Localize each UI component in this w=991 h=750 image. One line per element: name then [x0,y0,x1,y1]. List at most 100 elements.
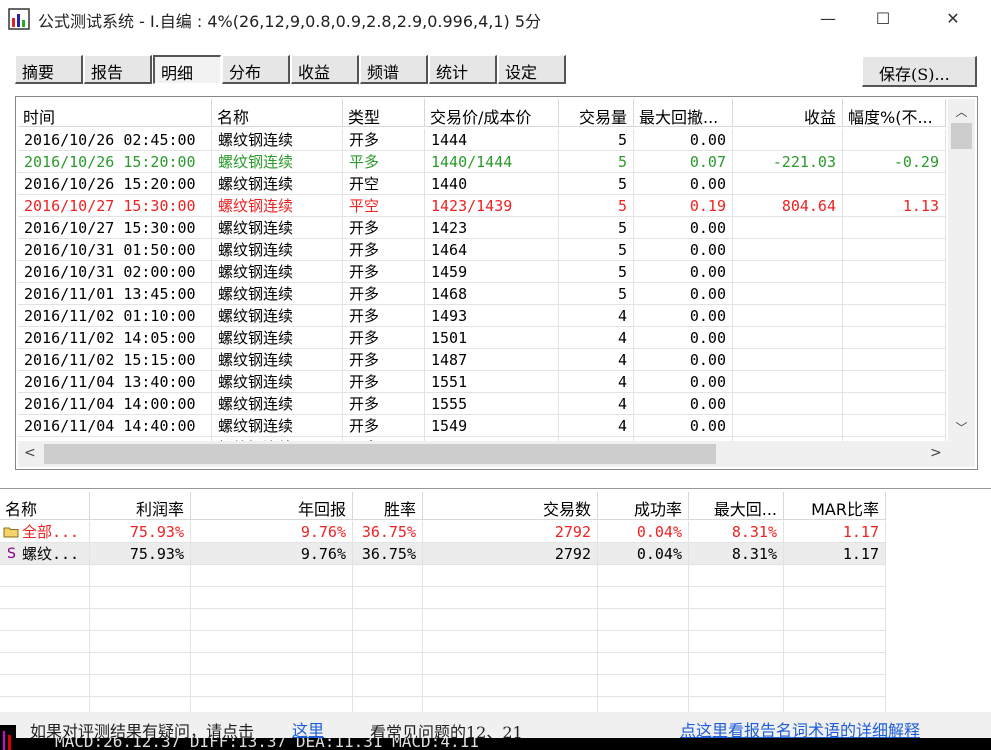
summary-cell-maxdd: 8.31% [689,543,784,565]
summary-col-trades[interactable]: 交易数 [423,492,598,520]
scroll-down-icon[interactable]: ﹀ [948,419,975,437]
table-row[interactable]: 2016/10/26 15:20:00 螺纹钢连续 平多 1440/1444 5 0.07… [18,151,946,173]
summary-row[interactable]: 全部... 75.93% 9.76% 36.75% 2792 0.04% 8.31% 1.17 [0,521,991,543]
cell-percent [843,173,946,195]
table-row[interactable]: 2016/10/27 15:30:00 螺纹钢连续 开多 1423 5 0.00 [18,217,946,239]
table-row[interactable]: 2016/10/31 01:50:00 螺纹钢连续 开多 1464 5 0.00 [18,239,946,261]
summary-cell-profit-rate [90,653,191,675]
summary-col-max-drawdown[interactable]: 最大回... [689,492,784,520]
summary-cell-win: 36.75% [353,521,423,543]
summary-row[interactable]: S 螺纹... 75.93% 9.76% 36.75% 2792 0.04% 8.31% 1.1… [0,543,991,565]
cell-time: 2016/10/26 15:20:00 [18,151,212,173]
cell-profit [733,327,843,349]
summary-col-name[interactable]: 名称 [0,492,90,520]
cell-drawdown: 0.19 [634,195,733,217]
table-row[interactable]: 2016/11/02 01:10:00 螺纹钢连续 开多 1493 4 0.00 [18,305,946,327]
col-percent[interactable]: 幅度%(不... [843,99,946,127]
table-row[interactable]: 2016/10/31 02:00:00 螺纹钢连续 开多 1459 5 0.00 [18,261,946,283]
summary-cell-profit-rate: 75.93% [90,543,191,565]
cell-volume: 5 [559,283,634,305]
summary-cell-win [353,587,423,609]
table-row[interactable]: 2016/11/02 15:15:00 螺纹钢连续 开多 1487 4 0.00 [18,349,946,371]
tab-settings[interactable]: 设定 [498,55,566,84]
table-row[interactable]: 2016/10/26 15:20:00 螺纹钢连续 开空 1440 5 0.00 [18,173,946,195]
col-price[interactable]: 交易价/成本价 [425,99,559,127]
tab-statistics[interactable]: 统计 [429,55,497,84]
table-row[interactable]: 2016/10/26 02:45:00 螺纹钢连续 开多 1444 5 0.00 [18,129,946,151]
cell-name: 螺纹钢连续 [212,305,343,327]
cell-type: 平空 [343,195,425,217]
strategy-s-icon: S [7,546,16,562]
cell-drawdown: 0.00 [634,415,733,437]
summary-cell-maxdd [689,609,784,631]
cell-volume: 4 [559,415,634,437]
tab-summary[interactable]: 摘要 [15,55,83,84]
cell-volume: 5 [559,173,634,195]
summary-cell-mar [784,653,886,675]
col-volume[interactable]: 交易量 [559,99,634,127]
cell-price: 1459 [425,261,559,283]
table-row[interactable]: 2016/11/02 14:05:00 螺纹钢连续 开多 1501 4 0.00 [18,327,946,349]
cell-profit [733,371,843,393]
col-profit[interactable]: 收益 [733,99,843,127]
cell-price: 1555 [425,393,559,415]
trade-detail-table: 时间 名称 类型 交易价/成本价 交易量 最大回撤... 收益 幅度%(不...… [15,96,978,470]
horizontal-scroll-thumb[interactable] [44,444,716,464]
table-row[interactable]: 2016/11/04 13:40:00 螺纹钢连续 开多 1551 4 0.00 [18,371,946,393]
table-row[interactable]: 2016/11/04 14:00:00 螺纹钢连续 开多 1555 4 0.00 [18,393,946,415]
summary-cell-name [0,631,90,653]
summary-cell-win [353,675,423,697]
maximize-icon[interactable]: ☐ [860,0,906,36]
summary-col-mar[interactable]: MAR比率 [784,492,886,520]
vertical-scroll-thumb[interactable] [951,123,972,149]
cell-volume: 5 [559,195,634,217]
cell-price: 1487 [425,349,559,371]
summary-cell-profit-rate [90,587,191,609]
table-row[interactable]: 2016/10/27 15:30:00 螺纹钢连续 平空 1423/1439 5 0.19… [18,195,946,217]
cell-name: 螺纹钢连续 [212,261,343,283]
cell-type: 开多 [343,239,425,261]
summary-col-annual-return[interactable]: 年回报 [191,492,353,520]
scroll-up-icon[interactable]: ︿ [948,103,975,121]
cell-percent [843,393,946,415]
summary-col-success-rate[interactable]: 成功率 [598,492,689,520]
minimize-icon[interactable]: — [805,0,851,36]
scroll-left-icon[interactable]: < [24,445,36,461]
table-row[interactable]: 2016/11/04 14:40:00 螺纹钢连续 开多 1549 4 0.00 [18,415,946,437]
tab-report[interactable]: 报告 [84,55,152,84]
cell-price: 1464 [425,239,559,261]
summary-cell-annual [191,653,353,675]
col-max-drawdown[interactable]: 最大回撤... [634,99,733,127]
tab-spectrum[interactable]: 频谱 [360,55,428,84]
vertical-scrollbar[interactable]: ︿ ﹀ [948,99,975,441]
cell-percent [843,371,946,393]
summary-cell-mar [784,587,886,609]
col-type[interactable]: 类型 [343,99,425,127]
col-name[interactable]: 名称 [212,99,343,127]
tab-distribution[interactable]: 分布 [222,55,290,84]
cell-volume: 4 [559,393,634,415]
cell-time: 2016/11/04 14:00:00 [18,393,212,415]
close-icon[interactable]: ✕ [930,0,976,36]
summary-cell-trades: 2792 [423,543,598,565]
save-button[interactable]: 保存(S)... [862,56,977,87]
cell-price: 1440 [425,173,559,195]
scroll-right-icon[interactable]: > [930,445,942,461]
cell-time: 2016/10/26 02:45:00 [18,129,212,151]
tab-returns[interactable]: 收益 [291,55,359,84]
cell-profit [733,305,843,327]
cell-type: 开多 [343,349,425,371]
cell-volume: 4 [559,371,634,393]
col-time[interactable]: 时间 [18,99,212,127]
cell-volume: 5 [559,261,634,283]
summary-cell-win [353,565,423,587]
horizontal-scrollbar[interactable]: < > [18,441,975,467]
summary-col-win-rate[interactable]: 胜率 [353,492,423,520]
cell-percent: -0.29 [843,151,946,173]
summary-col-profit-rate[interactable]: 利润率 [90,492,191,520]
cell-profit [733,415,843,437]
cell-percent [843,217,946,239]
tab-detail[interactable]: 明细 [153,55,221,84]
table-row[interactable]: 2016/11/01 13:45:00 螺纹钢连续 开多 1468 5 0.00 [18,283,946,305]
summary-cell-maxdd [689,631,784,653]
